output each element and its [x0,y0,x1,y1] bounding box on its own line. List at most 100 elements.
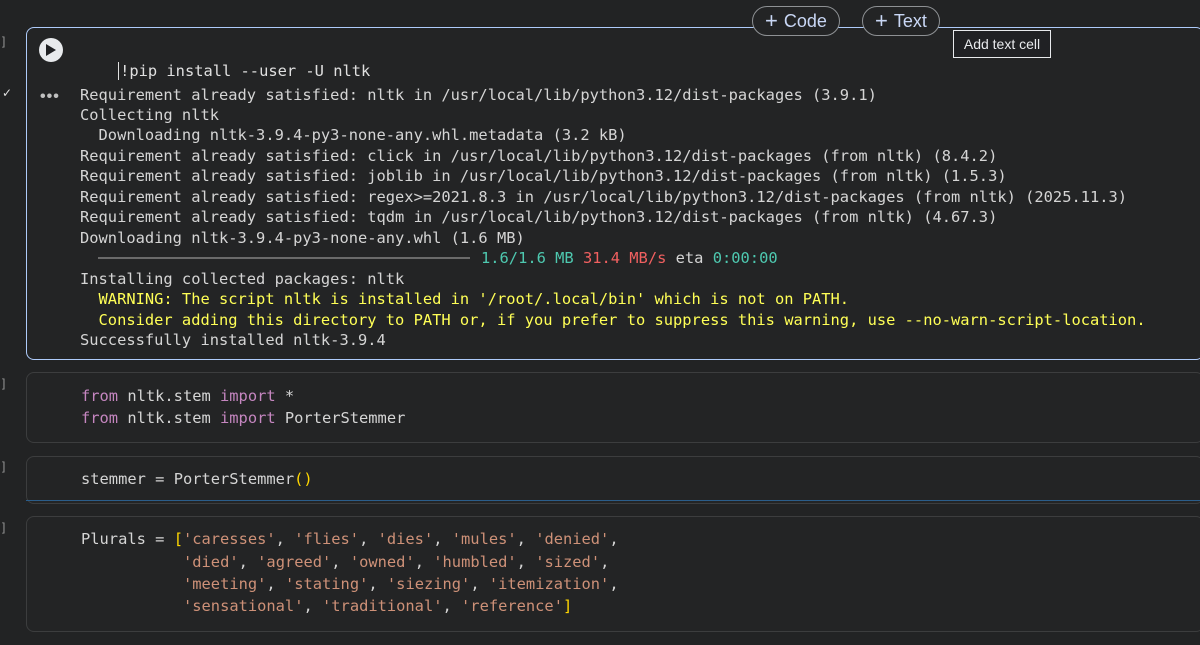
variable-name: stemmer [81,470,146,488]
string-literal: 'flies' [294,530,360,548]
plus-icon: + [765,8,778,33]
plus-icon: + [875,8,888,33]
executed-check-icon: ✓ [2,86,13,100]
code-line: from nltk.stem import * [81,386,294,406]
progress-eta: 0:00:00 [712,249,778,267]
string-literal: 'siezing' [386,575,471,593]
string-literal: 'humbled' [433,553,517,571]
import-target: * [275,387,295,405]
string-literal: 'died' [183,553,239,571]
assign-operator: = [145,530,174,548]
keyword-from: from [81,409,119,427]
code-line: 'died', 'agreed', 'owned', 'humbled', 's… [183,552,609,572]
string-literal: 'mules' [451,530,517,548]
call-parens: () [294,470,313,488]
keyword-import: import [220,409,276,427]
string-literal: 'reference' [461,597,563,615]
code-cell-stemmer[interactable]: stemmer = PorterStemmer() [26,456,1200,504]
comma: , [238,553,258,571]
keyword-import: import [220,387,276,405]
string-literal: 'traditional' [322,597,443,615]
cell4-bracket: ] [2,520,6,534]
cell1-bracket: ] [2,34,6,48]
add-code-label: Code [783,10,827,31]
comma: , [516,530,536,548]
comma: , [442,597,462,615]
comma: , [275,530,295,548]
list-items-row: 'died', 'agreed', 'owned', 'humbled', 's… [183,553,609,571]
output-line: Requirement already satisfied: regex>=20… [80,188,1128,206]
add-text-label: Text [893,10,927,31]
output-line: Requirement already satisfied: click in … [80,147,998,165]
output-line: Downloading nltk-3.9.4-py3-none-any.whl.… [80,126,627,144]
string-literal: 'owned' [349,553,415,571]
string-literal: 'stating' [284,575,369,593]
cell-source-editor[interactable]: !pip install --user -U nltk [81,41,370,80]
comma: , [331,553,350,571]
comma: , [433,530,452,548]
comma: , [359,530,378,548]
string-literal: 'caresses' [182,530,276,548]
module-name: nltk.stem [118,409,221,427]
comma: , [303,597,323,615]
output-line: Installing collected packages: nltk [80,270,405,288]
output-line: Requirement already satisfied: joblib in… [80,167,1007,185]
import-target: PorterStemmer [275,409,406,427]
string-literal: 'itemization' [488,575,610,593]
comma: , [368,575,387,593]
code-line: 'sensational', 'traditional', 'reference… [183,596,572,616]
output-line: Requirement already satisfied: nltk in /… [80,86,877,104]
string-literal: 'denied' [535,530,610,548]
assign-operator: = [145,470,174,488]
download-progress-bar [98,257,470,259]
comma: , [470,575,489,593]
comma: , [266,575,285,593]
add-text-cell-tooltip: Add text cell [953,30,1051,58]
code-cell-plurals[interactable]: Plurals = ['caresses', 'flies', 'dies', … [26,516,1200,632]
list-items-row: 'meeting', 'stating', 'siezing', 'itemiz… [183,575,619,593]
progress-size: 1.6/1.6 MB [481,249,574,267]
warning-line: WARNING: The script nltk is installed in… [80,290,850,308]
warning-line: Consider adding this directory to PATH o… [80,311,1146,329]
list-items-row: 'sensational', 'traditional', 'reference… [183,597,563,615]
string-literal: 'dies' [377,530,434,548]
string-literal: 'sensational' [183,597,304,615]
string-literal: 'meeting' [183,575,267,593]
list-open-bracket: [ [173,530,183,548]
module-name: nltk.stem [118,387,221,405]
string-literal: 'sized' [535,553,601,571]
variable-name: Plurals [81,530,146,548]
comma: , [516,553,536,571]
code-line: from nltk.stem import PorterStemmer [81,408,405,428]
play-icon [46,44,56,56]
string-literal: 'agreed' [257,553,332,571]
cell-divider [26,500,1200,501]
comma: , [609,575,619,593]
progress-speed: 31.4 MB/s [582,249,667,267]
comma: , [600,553,610,571]
output-line: Downloading nltk-3.9.4-py3-none-any.whl … [80,229,525,247]
comma: , [414,553,434,571]
list-items-row: 'caresses', 'flies', 'dies', 'mules', 'd… [183,530,619,548]
output-line: Successfully installed nltk-3.9.4 [80,331,386,349]
progress-stats: 1.6/1.6 MB 31.4 MB/s eta 0:00:00 [481,248,778,268]
function-call: PorterStemmer [173,470,295,488]
progress-eta-label: eta [675,249,704,267]
cell3-bracket: ] [2,459,6,473]
code-line: 'meeting', 'stating', 'siezing', 'itemiz… [183,574,619,594]
run-cell-button[interactable] [39,38,63,62]
output-menu-icon[interactable]: ••• [40,88,60,106]
download-progress-fill [98,257,470,259]
pip-install-command: !pip install --user -U nltk [120,62,371,80]
comma: , [609,530,619,548]
code-line: Plurals = ['caresses', 'flies', 'dies', … [81,529,619,549]
add-text-cell-button[interactable]: + Text [862,6,940,36]
output-line: Requirement already satisfied: tqdm in /… [80,208,998,226]
keyword-from: from [81,387,119,405]
add-code-cell-button[interactable]: + Code [752,6,840,36]
code-line: stemmer = PorterStemmer() [81,469,313,489]
cell2-bracket: ] [2,376,6,390]
output-line: Collecting nltk [80,106,219,124]
code-cell-imports[interactable]: from nltk.stem import * from nltk.stem i… [26,372,1200,443]
list-close-bracket: ] [562,597,573,615]
